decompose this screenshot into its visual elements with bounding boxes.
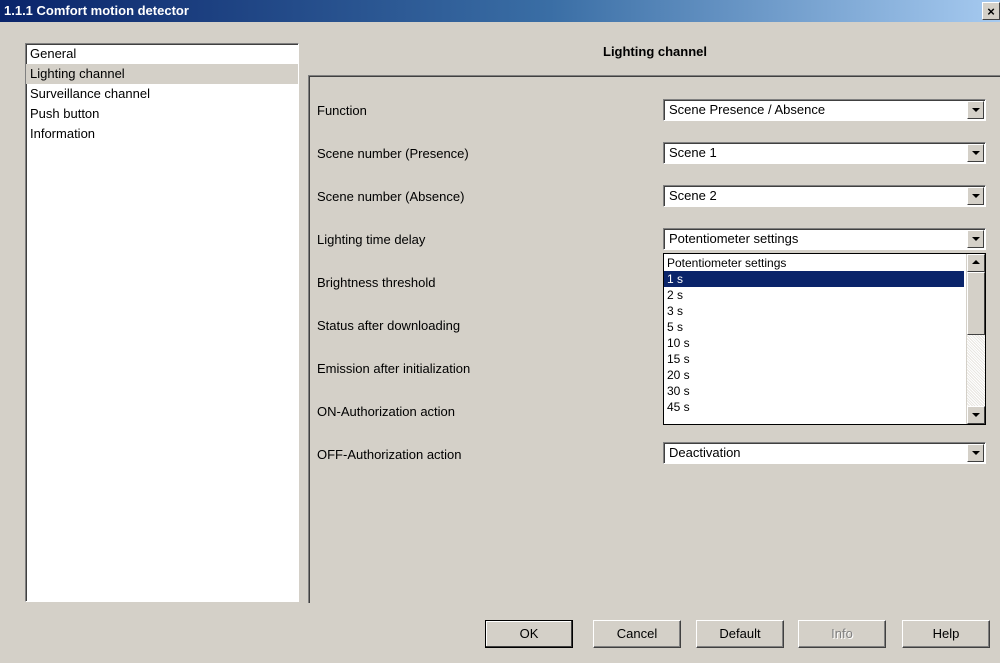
scene-absence-dropdown-button[interactable] (967, 187, 984, 205)
close-button[interactable]: × (982, 2, 1000, 20)
chevron-down-icon (972, 151, 980, 155)
dropdown-option[interactable]: 15 s (664, 351, 964, 367)
section-title: Lighting channel (603, 44, 707, 59)
label-status-after-downloading: Status after downloading (317, 318, 461, 333)
dropdown-scrollbar[interactable] (966, 254, 985, 424)
lighting-time-delay-select[interactable]: Potentiometer settings (663, 228, 986, 250)
lighting-time-delay-dropdown-button[interactable] (967, 230, 984, 248)
chevron-down-icon (972, 451, 980, 455)
chevron-down-icon (972, 194, 980, 198)
chevron-down-icon (972, 108, 980, 112)
cancel-button[interactable]: Cancel (593, 620, 681, 648)
nav-item-general[interactable]: General (26, 44, 298, 64)
function-select[interactable]: Scene Presence / Absence (663, 99, 986, 121)
scene-absence-select[interactable]: Scene 2 (663, 185, 986, 207)
function-dropdown-button[interactable] (967, 101, 984, 119)
dropdown-option-selected[interactable]: 1 s (664, 271, 964, 287)
dropdown-option[interactable]: 3 s (664, 303, 964, 319)
parameter-tree: General Lighting channel Surveillance ch… (25, 43, 299, 602)
scene-presence-select[interactable]: Scene 1 (663, 142, 986, 164)
scene-absence-value: Scene 2 (669, 188, 717, 203)
scroll-up-button[interactable] (967, 254, 985, 272)
default-button[interactable]: Default (696, 620, 784, 648)
scrollbar-thumb[interactable] (967, 272, 985, 335)
scene-presence-dropdown-button[interactable] (967, 144, 984, 162)
chevron-down-icon (972, 413, 980, 417)
ok-button[interactable]: OK (485, 620, 573, 648)
label-off-authorization-action: OFF-Authorization action (317, 447, 462, 462)
label-emission-after-initialization: Emission after initialization (317, 361, 471, 376)
nav-item-push-button[interactable]: Push button (26, 104, 298, 124)
nav-item-information[interactable]: Information (26, 124, 298, 144)
scene-presence-value: Scene 1 (669, 145, 717, 160)
lighting-time-delay-dropdown-list[interactable]: Potentiometer settings 1 s 2 s 3 s 5 s 1… (663, 253, 986, 425)
label-lighting-time-delay: Lighting time delay (317, 232, 426, 247)
nav-item-surveillance-channel[interactable]: Surveillance channel (26, 84, 298, 104)
label-scene-presence: Scene number (Presence) (317, 146, 469, 161)
off-authorization-select[interactable]: Deactivation (663, 442, 986, 464)
nav-item-lighting-channel[interactable]: Lighting channel (26, 64, 298, 84)
dropdown-option[interactable]: Potentiometer settings (664, 254, 964, 271)
lighting-time-delay-value: Potentiometer settings (669, 231, 799, 246)
dropdown-option[interactable]: 45 s (664, 399, 964, 415)
off-authorization-value: Deactivation (669, 445, 741, 460)
label-function: Function (317, 103, 367, 118)
dropdown-option[interactable]: 5 s (664, 319, 964, 335)
dropdown-option[interactable]: 2 s (664, 287, 964, 303)
label-brightness-threshold: Brightness threshold (317, 275, 436, 290)
dropdown-option[interactable]: 10 s (664, 335, 964, 351)
chevron-up-icon (972, 260, 980, 264)
title-bar: 1.1.1 Comfort motion detector × (0, 0, 1000, 22)
chevron-down-icon (972, 237, 980, 241)
label-on-authorization-action: ON-Authorization action (317, 404, 456, 419)
function-value: Scene Presence / Absence (669, 102, 826, 117)
window-title: 1.1.1 Comfort motion detector (4, 3, 189, 18)
scroll-down-button[interactable] (967, 406, 985, 424)
info-button[interactable]: Info (798, 620, 886, 648)
dropdown-option[interactable]: 20 s (664, 367, 964, 383)
dropdown-option[interactable]: 30 s (664, 383, 964, 399)
off-authorization-dropdown-button[interactable] (967, 444, 984, 462)
label-scene-absence: Scene number (Absence) (317, 189, 465, 204)
help-button[interactable]: Help (902, 620, 990, 648)
